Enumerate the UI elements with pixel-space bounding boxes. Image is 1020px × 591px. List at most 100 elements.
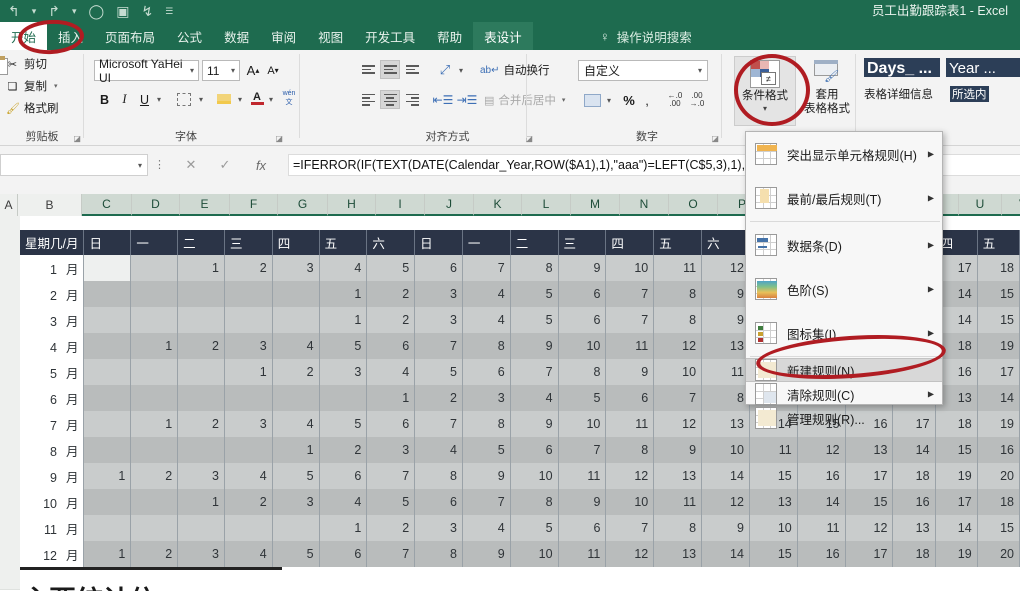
column-header-l[interactable]: L xyxy=(522,194,571,216)
menu-item-manage-rules[interactable]: 管理规则(R)... xyxy=(746,406,942,430)
calendar-day-cell[interactable]: 8 xyxy=(415,463,463,489)
calendar-day-cell[interactable]: 16 xyxy=(893,489,935,515)
column-header-m[interactable]: M xyxy=(571,194,620,216)
circle-icon[interactable]: ◯ xyxy=(89,4,105,18)
calendar-day-cell[interactable]: 12 xyxy=(654,333,702,359)
calendar-day-cell[interactable]: 2 xyxy=(272,359,319,385)
calendar-day-cell[interactable] xyxy=(84,515,131,541)
calendar-day-cell[interactable]: 11 xyxy=(558,463,606,489)
calendar-day-cell[interactable]: 1 xyxy=(272,437,319,463)
undo-icon[interactable]: ↰ xyxy=(8,4,20,18)
calendar-day-cell[interactable]: 8 xyxy=(702,385,750,411)
calendar-day-cell[interactable]: 12 xyxy=(797,437,845,463)
align-bottom-button[interactable] xyxy=(402,60,422,79)
calendar-day-cell[interactable]: 1 xyxy=(319,515,367,541)
calendar-day-cell[interactable]: 2 xyxy=(224,255,272,281)
calendar-day-cell[interactable]: 8 xyxy=(606,437,654,463)
calendar-day-cell[interactable]: 11 xyxy=(797,515,845,541)
column-header-a[interactable]: A xyxy=(0,194,18,216)
font-name-input[interactable]: Microsoft YaHei UI ▾ xyxy=(94,60,199,81)
calendar-day-cell[interactable]: 1 xyxy=(367,385,415,411)
align-top-button[interactable] xyxy=(358,60,378,79)
calendar-day-cell[interactable]: 3 xyxy=(178,463,225,489)
column-header-i[interactable]: I xyxy=(376,194,425,216)
tab-view[interactable]: 视图 xyxy=(307,22,354,50)
calendar-day-cell[interactable] xyxy=(224,437,272,463)
calendar-day-cell[interactable]: 5 xyxy=(319,411,367,437)
calendar-day-cell[interactable]: 8 xyxy=(462,333,510,359)
calendar-day-cell[interactable]: 2 xyxy=(367,515,415,541)
calendar-day-cell[interactable]: 20 xyxy=(977,463,1019,489)
calendar-day-cell[interactable]: 5 xyxy=(367,255,415,281)
calendar-day-cell[interactable]: 12 xyxy=(606,463,654,489)
calendar-day-cell[interactable]: 18 xyxy=(977,489,1019,515)
wrap-text-button[interactable]: ab↵ 自动换行 xyxy=(480,62,550,78)
merge-center-dropdown-icon[interactable]: ▾ xyxy=(562,96,566,104)
calendar-day-cell[interactable] xyxy=(84,437,131,463)
undo-dropdown-icon[interactable]: ▾ xyxy=(32,7,37,16)
bold-button[interactable]: B xyxy=(96,90,113,109)
calendar-day-cell[interactable]: 19 xyxy=(935,541,977,567)
calendar-day-cell[interactable] xyxy=(84,411,131,437)
calendar-day-cell[interactable]: 6 xyxy=(462,359,510,385)
gallery-item-days[interactable]: Days_ ... xyxy=(864,58,940,77)
table-row[interactable]: 9 月1234567891011121314151617181920 xyxy=(20,463,1020,489)
calendar-day-cell[interactable]: 4 xyxy=(272,333,319,359)
clipboard-dialog-launcher-icon[interactable]: ◪ xyxy=(73,134,81,143)
calendar-day-cell[interactable]: 14 xyxy=(977,385,1019,411)
calendar-day-cell[interactable] xyxy=(131,385,178,411)
row-header[interactable] xyxy=(0,489,20,515)
row-header[interactable] xyxy=(0,514,20,540)
borders-icon[interactable] xyxy=(174,90,194,109)
calendar-day-cell[interactable] xyxy=(272,281,319,307)
number-format-dropdown-icon[interactable]: ▾ xyxy=(698,66,702,75)
calendar-day-cell[interactable]: 11 xyxy=(702,359,750,385)
calendar-day-cell[interactable]: 19 xyxy=(977,411,1019,437)
underline-dropdown-icon[interactable]: ▾ xyxy=(154,92,164,106)
calendar-day-cell[interactable]: 13 xyxy=(654,541,702,567)
calendar-day-cell[interactable] xyxy=(178,515,225,541)
calendar-day-cell[interactable]: 8 xyxy=(415,541,463,567)
customize-qat-icon[interactable]: ☰ xyxy=(165,7,173,16)
number-format-select[interactable]: 自定义 ▾ xyxy=(578,60,708,81)
orientation-icon[interactable]: ⤢ xyxy=(434,60,456,79)
calendar-day-cell[interactable]: 17 xyxy=(977,359,1019,385)
calendar-day-cell[interactable]: 4 xyxy=(415,437,463,463)
calendar-day-cell[interactable]: 8 xyxy=(558,359,606,385)
calendar-day-cell[interactable]: 8 xyxy=(654,281,702,307)
grow-font-button[interactable]: A▴ xyxy=(244,61,262,80)
row-header[interactable] xyxy=(0,216,20,240)
calendar-day-cell[interactable]: 4 xyxy=(319,255,367,281)
calendar-day-cell[interactable]: 9 xyxy=(558,255,606,281)
calendar-day-cell[interactable]: 2 xyxy=(224,489,272,515)
font-name-dropdown-icon[interactable]: ▾ xyxy=(190,66,194,75)
calendar-day-cell[interactable]: 15 xyxy=(935,437,977,463)
calendar-day-cell[interactable] xyxy=(131,515,178,541)
calendar-day-cell[interactable]: 4 xyxy=(510,385,558,411)
calendar-day-cell[interactable]: 15 xyxy=(749,541,797,567)
calendar-day-cell[interactable]: 10 xyxy=(606,255,654,281)
calendar-day-cell[interactable]: 8 xyxy=(654,307,702,333)
row-header[interactable] xyxy=(0,239,20,265)
calendar-day-cell[interactable]: 3 xyxy=(272,255,319,281)
calendar-day-cell[interactable]: 4 xyxy=(462,515,510,541)
calendar-day-cell[interactable]: 18 xyxy=(977,255,1019,281)
calendar-day-cell[interactable] xyxy=(178,385,225,411)
tab-review[interactable]: 审阅 xyxy=(260,22,307,50)
calendar-day-cell[interactable]: 16 xyxy=(797,463,845,489)
column-header-j[interactable]: J xyxy=(425,194,474,216)
format-painter-button[interactable]: 🖌 格式刷 xyxy=(6,100,59,116)
calendar-day-cell[interactable]: 17 xyxy=(845,541,893,567)
calendar-day-cell[interactable]: 9 xyxy=(462,463,510,489)
font-size-input[interactable]: 11 ▾ xyxy=(202,60,240,81)
row-header[interactable] xyxy=(0,539,20,565)
row-header[interactable] xyxy=(0,439,20,465)
column-header-g[interactable]: G xyxy=(278,194,328,216)
column-header-h[interactable]: H xyxy=(328,194,376,216)
font-color-dropdown-icon[interactable]: ▾ xyxy=(266,92,276,106)
calendar-day-cell[interactable]: 4 xyxy=(462,307,510,333)
menu-item-clear-rules[interactable]: 清除规则(C)▶ xyxy=(746,382,942,406)
calendar-day-cell[interactable] xyxy=(224,515,272,541)
redo-dropdown-icon[interactable]: ▾ xyxy=(72,7,77,16)
calendar-day-cell[interactable]: 15 xyxy=(977,281,1019,307)
